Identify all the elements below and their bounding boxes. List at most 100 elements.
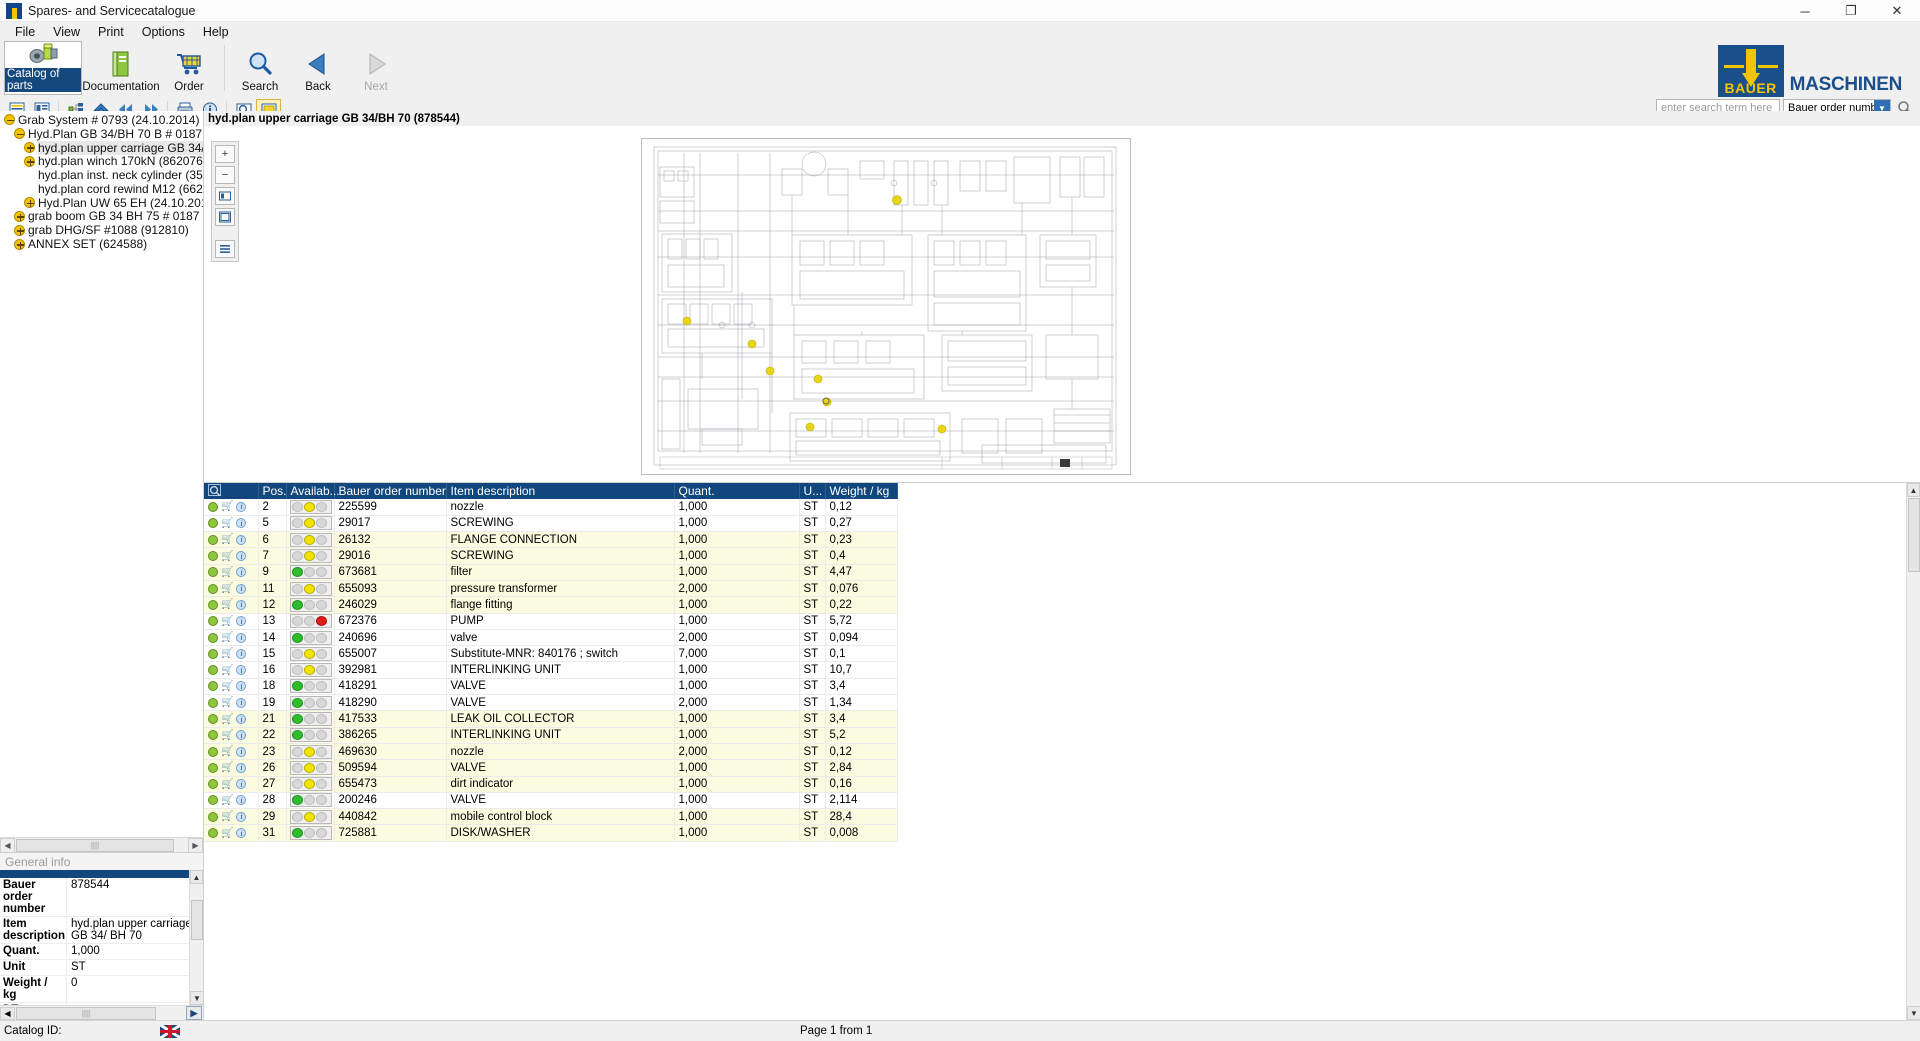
table-row[interactable]: 🛒i13672376PUMP1,000ST5,72 [204,613,897,629]
info-icon[interactable]: i [236,828,246,838]
add-to-cart-icon[interactable]: 🛒 [221,681,233,692]
gear-icon[interactable] [208,681,218,691]
table-row[interactable]: 🛒i26509594VALVE1,000ST2,84 [204,760,897,776]
info-icon[interactable]: i [236,518,246,528]
menu-item-view[interactable]: View [44,23,89,41]
gear-icon[interactable] [208,584,218,594]
tree-expand-icon[interactable] [14,239,25,250]
tree-collapse-icon[interactable] [4,114,15,125]
drawing-viewer[interactable]: + − [204,126,1920,483]
column-header-description[interactable]: Item description [446,483,674,499]
gear-icon[interactable] [208,649,218,659]
add-to-cart-icon[interactable]: 🛒 [221,811,233,822]
minimize-button[interactable]: ─ [1782,0,1828,22]
info-icon[interactable]: i [236,535,246,545]
table-row[interactable]: 🛒i23469630nozzle2,000ST0,12 [204,743,897,759]
column-header-order-number[interactable]: Bauer order number [334,483,446,499]
parts-table-container[interactable]: Pos. Availab... Bauer order number Item … [204,483,1920,1020]
toolbar-button-order[interactable]: Order [160,41,218,95]
gear-icon[interactable] [208,730,218,740]
tree-node[interactable]: grab DHG/SF #1088 (912810) [0,223,203,237]
column-header-unit[interactable]: U... [799,483,825,499]
add-to-cart-icon[interactable]: 🛒 [221,534,233,545]
gear-icon[interactable] [208,795,218,805]
gear-icon[interactable] [208,502,218,512]
gear-icon[interactable] [208,812,218,822]
info-icon[interactable]: i [236,698,246,708]
column-header-quantity[interactable]: Quant. [674,483,799,499]
general-info-scroll-left-button[interactable]: ◀ [0,1007,15,1020]
info-icon[interactable]: i [236,616,246,626]
tree-scroll-right-button[interactable]: ▶ [188,838,203,853]
hydraulic-schematic-drawing[interactable] [641,138,1131,475]
add-to-cart-icon[interactable]: 🛒 [221,828,233,839]
tree-expand-icon[interactable] [14,225,25,236]
toolbar-button-documentation[interactable]: Documentation [82,41,160,95]
gear-icon[interactable] [208,698,218,708]
uk-flag-icon[interactable] [160,1025,180,1038]
gear-icon[interactable] [208,567,218,577]
info-icon[interactable]: i [236,584,246,594]
tree-node[interactable]: hyd.plan inst. neck cylinder (355803) [0,168,203,182]
fit-width-icon[interactable] [215,187,235,205]
tree-expand-icon[interactable] [24,197,35,208]
table-row[interactable]: 🛒i31725881DISK/WASHER1,000ST0,008 [204,825,897,841]
table-row[interactable]: 🛒i22386265INTERLINKING UNIT1,000ST5,2 [204,727,897,743]
column-picker-icon[interactable] [204,483,258,499]
tree-node[interactable]: ANNEX SET (624588) [0,237,203,251]
info-icon[interactable]: i [236,681,246,691]
info-icon[interactable]: i [236,567,246,577]
tree-scroll-thumb[interactable]: |||| [16,839,174,852]
gear-icon[interactable] [208,714,218,724]
table-row[interactable]: 🛒i27655473dirt indicator1,000ST0,16 [204,776,897,792]
tree-collapse-icon[interactable] [14,128,25,139]
add-to-cart-icon[interactable]: 🛒 [221,632,233,643]
tree-scroll-left-button[interactable]: ◀ [0,838,15,853]
parts-scroll-down-button[interactable]: ▼ [1907,1006,1920,1020]
info-icon[interactable]: i [236,633,246,643]
tree-expand-icon[interactable] [24,142,35,153]
info-icon[interactable]: i [236,649,246,659]
table-row[interactable]: 🛒i21417533LEAK OIL COLLECTOR1,000ST3,4 [204,711,897,727]
info-icon[interactable]: i [236,714,246,724]
structure-tree[interactable]: Grab System # 0793 (24.10.2014) (942321)… [0,111,203,837]
add-to-cart-icon[interactable]: 🛒 [221,648,233,659]
close-button[interactable]: ✕ [1874,0,1920,22]
info-icon[interactable]: i [236,600,246,610]
table-row[interactable]: 🛒i14240696valve2,000ST0,094 [204,629,897,645]
layers-icon[interactable] [215,240,235,258]
parts-table-vertical-scrollbar[interactable]: ▲ ▼ [1906,483,1920,1020]
add-to-cart-icon[interactable]: 🛒 [221,599,233,610]
gear-icon[interactable] [208,779,218,789]
add-to-cart-icon[interactable]: 🛒 [221,730,233,741]
zoom-in-icon[interactable]: + [215,145,235,163]
table-row[interactable]: 🛒i29440842mobile control block1,000ST28,… [204,809,897,825]
menu-item-options[interactable]: Options [133,23,194,41]
tree-node[interactable]: grab boom GB 34 BH 75 # 0187 (759481) [0,210,203,224]
table-row[interactable]: 🛒i15655007Substitute-MNR: 840176 ; switc… [204,646,897,662]
general-info-scroll-up-button[interactable]: ▲ [190,870,203,884]
info-icon[interactable]: i [236,812,246,822]
general-info-scroll-down-button[interactable]: ▼ [190,991,203,1005]
fit-page-icon[interactable] [215,208,235,226]
table-row[interactable]: 🛒i729016SCREWING1,000ST0,4 [204,548,897,564]
tree-node[interactable]: hyd.plan winch 170kN (862076) [0,154,203,168]
gear-icon[interactable] [208,747,218,757]
info-icon[interactable]: i [236,665,246,675]
gear-icon[interactable] [208,616,218,626]
tree-node[interactable]: Hyd.Plan GB 34/BH 70 B # 0187 (24.10.201… [0,127,203,141]
info-icon[interactable]: i [236,730,246,740]
parts-scroll-up-button[interactable]: ▲ [1907,483,1920,497]
menu-item-help[interactable]: Help [194,23,238,41]
table-row[interactable]: 🛒i16392981INTERLINKING UNIT1,000ST10,7 [204,662,897,678]
add-to-cart-icon[interactable]: 🛒 [221,583,233,594]
info-icon[interactable]: i [236,551,246,561]
gear-icon[interactable] [208,551,218,561]
table-row[interactable]: 🛒i12246029flange fitting1,000ST0,22 [204,597,897,613]
maximize-button[interactable]: ❐ [1828,0,1874,22]
menu-item-print[interactable]: Print [89,23,133,41]
tree-expand-icon[interactable] [24,156,35,167]
general-info-hscroll-thumb[interactable]: |||| [16,1007,156,1020]
table-row[interactable]: 🛒i9673681filter1,000ST4,47 [204,564,897,580]
gear-icon[interactable] [208,535,218,545]
